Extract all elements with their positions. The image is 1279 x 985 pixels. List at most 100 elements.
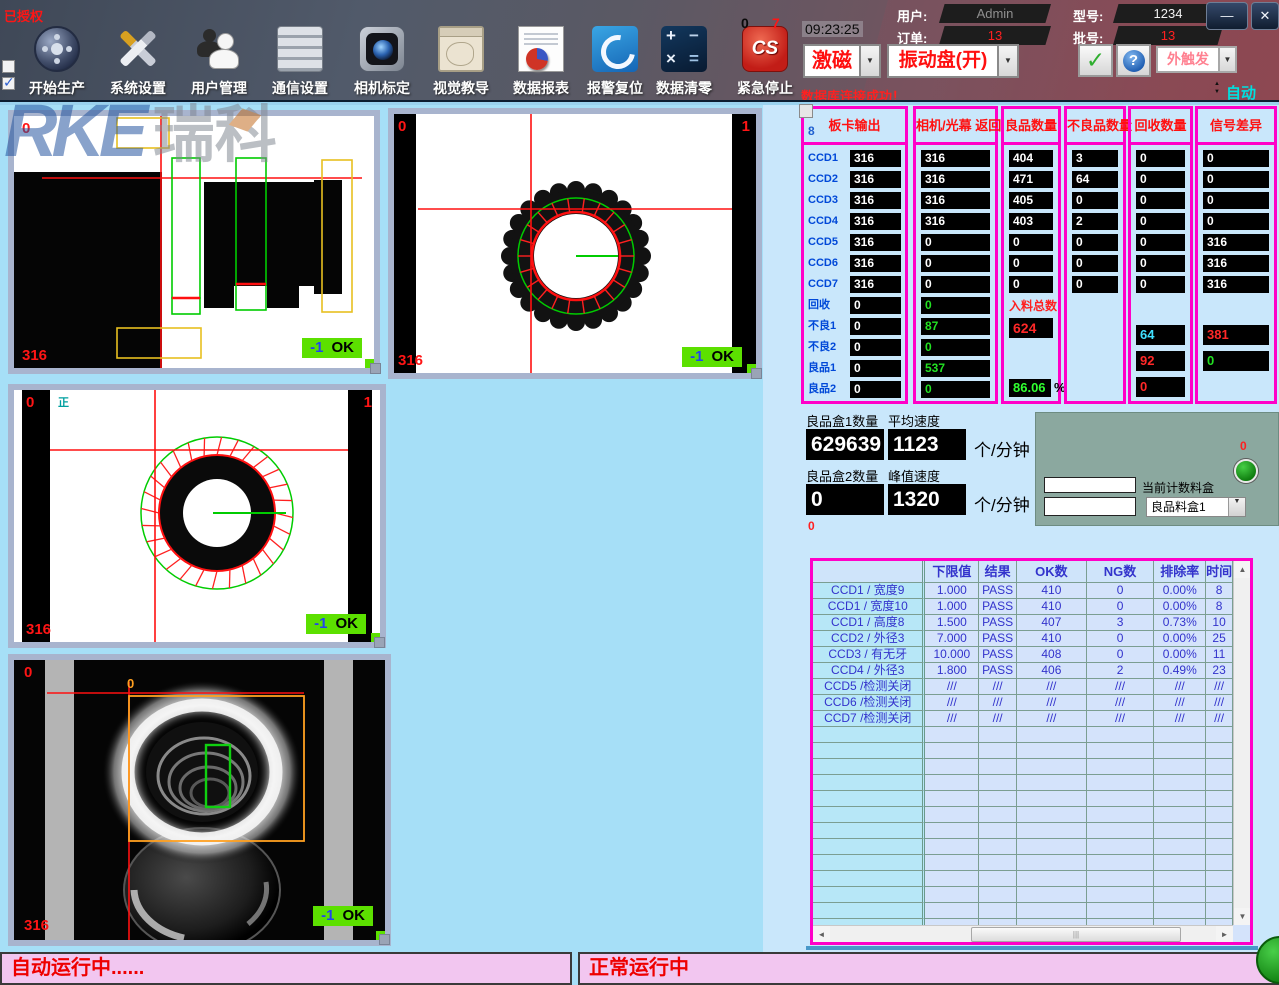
model-label: 型号: [1073,6,1103,25]
panel-1-resize-handle[interactable] [370,363,381,374]
help-button[interactable]: ? [1116,44,1151,77]
results-cell: 406 [1017,663,1087,679]
results-data-row[interactable]: CCD7 /检测关闭////////////////// [813,711,1233,727]
toolbar-button-3[interactable]: 用户管理 [182,24,256,98]
results-cell [813,743,925,759]
results-cell: /// [1206,711,1233,727]
peak-speed-label: 峰值速度 [888,466,940,485]
close-button[interactable]: ✕ [1251,2,1279,30]
stats-value-box: 0 [1072,255,1118,272]
results-cell: /// [925,695,979,711]
results-cell [1154,727,1206,743]
stats-value-box: 3 [1072,150,1118,167]
toolbar-button-10[interactable]: CS紧急停止 [728,24,802,98]
vibration-combo[interactable]: 振动盘(开) ▼ [887,44,1019,78]
dropdown-arrow-icon[interactable]: ▼ [1228,498,1245,516]
stats-value-box: 316 [921,171,990,188]
scroll-up-button[interactable]: ▲ [1234,561,1251,578]
results-header-cell: 排除率 [1154,561,1206,583]
results-header-cell: OK数 [1017,561,1087,583]
stop-count-black: 0 [741,15,749,31]
toolbar-button-6[interactable]: 视觉教导 [424,24,498,98]
panel-2-resize-handle[interactable] [751,368,762,379]
results-cell: /// [1154,679,1206,695]
results-cell: 10 [1206,615,1233,631]
panel-4-resize-handle[interactable] [379,934,390,945]
vibration-combo-arrow-icon[interactable]: ▼ [999,44,1019,78]
stats-value-box: 0 [1136,150,1185,167]
confirm-button[interactable]: ✓ [1078,44,1113,77]
results-data-row[interactable]: CCD5 /检测关闭////////////////// [813,679,1233,695]
auto-spinner[interactable]: ▲ ▼ [1212,80,1222,96]
toolbar-button-9[interactable]: +−×=数据清零 [647,24,721,98]
order-field[interactable]: 13 [939,26,1051,45]
trigger-combo-arrow-icon[interactable]: ▼ [1220,46,1237,73]
scroll-down-button[interactable]: ▼ [1234,908,1251,925]
spin-up-icon[interactable]: ▲ [1212,80,1222,88]
results-cell [1017,775,1087,791]
results-grid: 下限值结果OK数NG数排除率时间CCD1 / 宽度91.000PASS41000… [813,561,1233,925]
results-cell [1017,887,1087,903]
spin-down-icon[interactable]: ▼ [1212,88,1222,96]
emergency-stop-icon: CS [742,26,788,72]
camera-panel-1: 0 316 -1OK [8,110,380,374]
camera-3-index-label: 1 [364,394,372,411]
stats-column-header: 板卡输出 [804,109,905,145]
toolbar-label: 通信设置 [255,78,345,98]
results-data-row[interactable]: CCD2 / 外径37.000PASS41000.00%25 [813,631,1233,647]
results-cell: 0 [1087,631,1155,647]
minimize-button[interactable]: — [1206,2,1248,30]
magnet-combo-arrow-icon[interactable]: ▼ [861,44,881,78]
results-data-row[interactable]: CCD3 / 有无牙10.000PASS40800.00%11 [813,647,1233,663]
results-data-row[interactable]: CCD6 /检测关闭////////////////// [813,695,1233,711]
user-field[interactable]: Admin [939,4,1051,23]
box2-count-value: 0 [806,484,884,515]
stats-checkbox[interactable] [799,104,813,118]
camera-1-counter: 316 [22,347,47,364]
results-empty-row [813,839,1233,855]
results-cell [1154,855,1206,871]
pass-rate-box: 86.06 [1009,379,1051,397]
toolbar-button-2[interactable]: 系统设置 [101,24,175,98]
check-mark-icon: ✓ [1086,47,1105,73]
toolbar-button-5[interactable]: 相机标定 [345,24,419,98]
trigger-combo[interactable]: 外触发 ▼ [1156,46,1237,73]
scroll-left-button[interactable]: ◄ [813,926,830,943]
counting-input-1[interactable] [1044,477,1136,493]
results-cell [979,743,1017,759]
vertical-scrollbar[interactable]: ▲ ▼ [1233,561,1250,925]
counting-input-2[interactable] [1044,497,1136,516]
results-cell [1087,807,1155,823]
results-data-row[interactable]: CCD1 / 宽度91.000PASS41000.00%8 [813,583,1233,599]
stats-value-box: 404 [1009,150,1053,167]
box2-count-label: 良品盒2数量 [806,466,878,485]
scrollbar-thumb[interactable]: ||| [971,927,1181,942]
results-data-row[interactable]: CCD1 / 高度81.500PASS40730.73%10 [813,615,1233,631]
stats-value-box: 471 [1009,171,1053,188]
checkbox-top[interactable] [2,60,15,73]
scroll-right-button[interactable]: ► [1216,926,1233,943]
results-data-row[interactable]: CCD1 / 宽度101.000PASS41000.00%8 [813,599,1233,615]
results-empty-row [813,871,1233,887]
toolbar-button-7[interactable]: 数据报表 [504,24,578,98]
stats-column-6: 信号差异00003163163163810 [1195,106,1277,404]
panel-3-resize-handle[interactable] [374,637,385,648]
toolbar-button-1[interactable]: 开始生产 [20,24,94,98]
toolbar-button-4[interactable]: 通信设置 [263,24,337,98]
results-cell: CCD1 / 宽度10 [813,599,925,615]
results-data-row[interactable]: CCD4 / 外径31.800PASS40620.49%23 [813,663,1233,679]
camera-1-result-badge: -1OK [302,338,362,358]
tools-icon [115,26,161,72]
results-cell: 410 [1017,631,1087,647]
current-box-dropdown[interactable]: 良品料盒1 ▼ [1146,497,1246,517]
stats-value-box: 0 [1203,150,1269,167]
results-cell: /// [979,679,1017,695]
horizontal-scrollbar[interactable]: ◄ ► ||| [813,925,1233,942]
results-cell [813,855,925,871]
magnet-combo[interactable]: 激磁 ▼ [803,44,881,78]
camera-2-frame-label: 0 [398,118,406,135]
results-cell [1206,759,1233,775]
results-cell: 3 [1087,615,1155,631]
results-cell [1087,839,1155,855]
results-cell [1206,743,1233,759]
